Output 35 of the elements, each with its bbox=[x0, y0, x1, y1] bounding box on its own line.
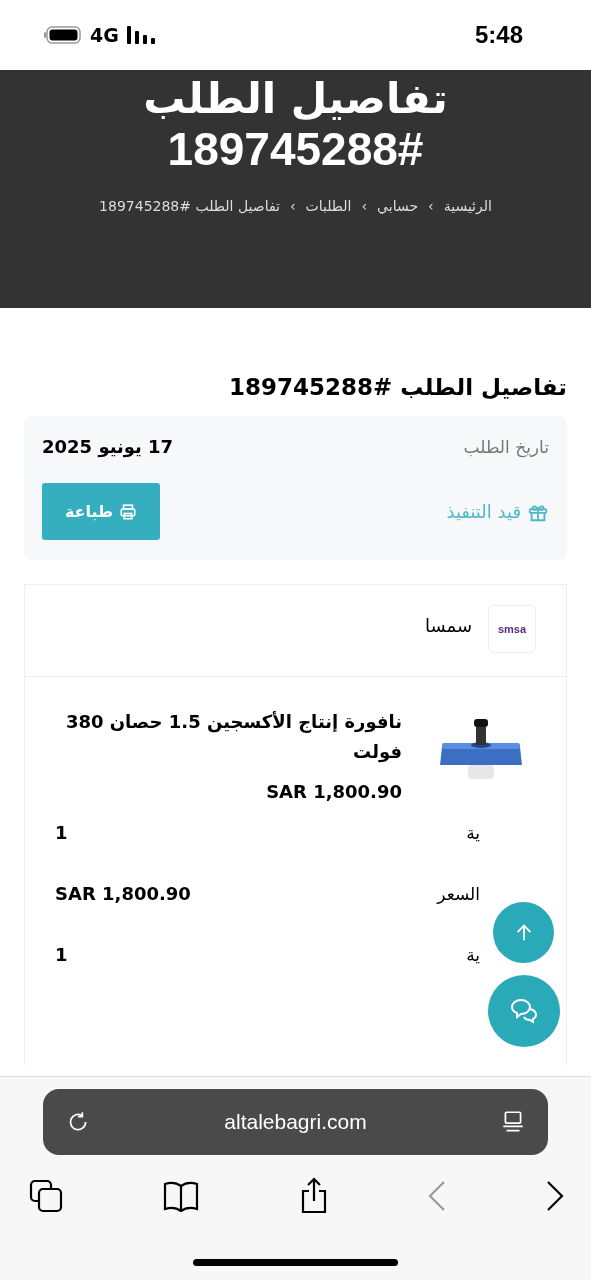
detail-label: السعر bbox=[437, 883, 480, 904]
address-bar[interactable]: altalebagri.com bbox=[43, 1089, 548, 1155]
product-price: SAR 1,800.90 bbox=[265, 781, 402, 802]
order-heading: تفاصيل الطلب #189745288 bbox=[228, 374, 567, 400]
forward-icon[interactable] bbox=[545, 1180, 565, 1212]
page-title: تفاصيل الطلب bbox=[143, 74, 448, 124]
printer-icon bbox=[119, 502, 138, 521]
carrier-logo: smsa bbox=[488, 605, 536, 653]
detail-value: 1 bbox=[55, 822, 68, 843]
clock: 5:48 bbox=[474, 21, 523, 49]
url-text: altalebagri.com bbox=[224, 1110, 367, 1134]
breadcrumb-link[interactable]: حسابي bbox=[377, 198, 419, 214]
product-name: نافورة إنتاج الأكسجين 1.5 حصان 380 فولت bbox=[64, 710, 402, 765]
detail-value: 1 bbox=[55, 944, 68, 965]
reader-icon[interactable] bbox=[500, 1109, 526, 1135]
carrier-name: سمسا bbox=[424, 615, 472, 636]
back-icon[interactable] bbox=[426, 1180, 447, 1212]
order-status: قيد التنفيذ bbox=[446, 501, 521, 522]
detail-label: ية bbox=[466, 944, 480, 965]
breadcrumb-link[interactable]: الطلبات bbox=[305, 198, 352, 214]
breadcrumb-current: تفاصيل الطلب #189745288 bbox=[99, 198, 280, 214]
bookmarks-icon[interactable] bbox=[162, 1180, 201, 1212]
order-date: 17 يونيو 2025 bbox=[42, 436, 174, 457]
breadcrumb-separator: › bbox=[428, 198, 434, 214]
breadcrumb-link[interactable]: الرئيسية bbox=[443, 198, 492, 214]
breadcrumb-separator: › bbox=[289, 198, 296, 214]
detail-label: ية bbox=[466, 822, 480, 843]
detail-value: SAR 1,800.90 bbox=[55, 883, 191, 904]
signal-icon bbox=[126, 26, 157, 44]
network-label: 4G bbox=[90, 24, 119, 46]
breadcrumb-separator: › bbox=[361, 198, 368, 214]
order-number-title: 189745288# bbox=[167, 124, 424, 174]
date-label: تاريخ الطلب bbox=[463, 436, 549, 457]
battery-icon bbox=[44, 26, 82, 44]
tabs-icon[interactable] bbox=[28, 1178, 64, 1214]
